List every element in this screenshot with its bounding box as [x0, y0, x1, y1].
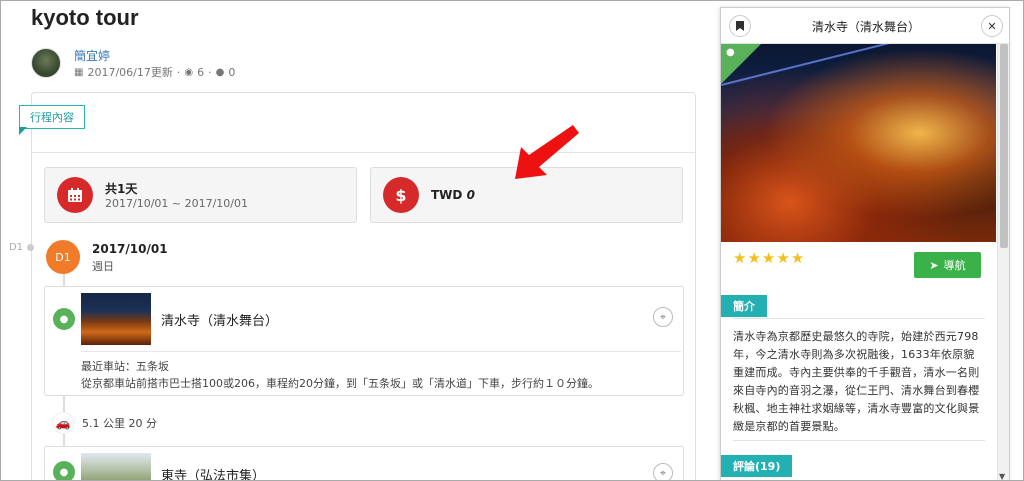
map-pin-icon: ● — [53, 308, 75, 330]
annotation-arrow — [515, 125, 579, 179]
dollar-icon: $ — [383, 177, 419, 213]
scroll-thumb[interactable] — [1000, 44, 1008, 248]
day-badge: D1 — [46, 240, 80, 274]
transit-info: 5.1 公里 20 分 — [82, 417, 157, 430]
review-tag[interactable]: 評論(19) — [721, 455, 793, 477]
star-icon: ★ — [776, 249, 790, 267]
spot-thumbnail — [81, 453, 151, 480]
bookmark-icon[interactable] — [729, 15, 751, 37]
tab-itinerary[interactable]: 行程內容 — [19, 105, 85, 129]
date-range: 2017/10/01 ~ 2017/10/01 — [105, 197, 249, 210]
navigation-arrow-icon: ➤ — [929, 258, 939, 272]
spot-card-toji[interactable]: ● 東寺（弘法市集） ⌖ — [44, 446, 684, 480]
spot-thumbnail — [81, 293, 151, 345]
day-date: 2017/10/01 — [92, 242, 168, 256]
comment-count: 0 — [228, 65, 236, 79]
navigate-button[interactable]: ➤ 導航 — [914, 252, 981, 278]
page-title: kyoto tour — [31, 5, 139, 30]
star-icon: ★ — [790, 249, 805, 267]
spot-name[interactable]: 東寺（弘法市集） — [161, 465, 265, 480]
panel-header: 清水寺（清水舞台） ✕ — [721, 8, 1011, 44]
spot-detail-panel: 清水寺（清水舞台） ✕ ● ▼ ★ ★ ★ ★ ★ ➤ 導航 簡介 清水寺為京都… — [720, 7, 1011, 480]
spot-photo — [721, 44, 996, 242]
view-count: 6 — [197, 65, 205, 79]
comment-icon: ● — [215, 66, 225, 78]
days-count: 共1天 — [105, 182, 138, 196]
scroll-down-arrow[interactable]: ▼ — [999, 472, 1005, 480]
star-rating: ★ ★ ★ ★ ★ — [733, 251, 804, 266]
eye-icon: ◉ — [184, 66, 194, 78]
panel-title: 清水寺（清水舞台） — [811, 20, 920, 34]
spot-card-kiyomizu[interactable]: ● 清水寺（清水舞台） ⌖ 最近車站：五条坂 從京都車站前搭市巴士搭100或20… — [44, 286, 684, 396]
divider — [81, 351, 681, 352]
day-nav-dot[interactable] — [27, 244, 34, 251]
map-pin-icon: ● — [726, 47, 735, 58]
close-icon[interactable]: ✕ — [981, 15, 1003, 37]
divider — [32, 152, 695, 153]
map-icon[interactable]: ⌖ — [653, 463, 673, 480]
divider — [733, 440, 985, 441]
days-summary-box: 共1天 2017/10/01 ~ 2017/10/01 — [44, 167, 357, 223]
app-frame: kyoto tour 簡宜婷 ▦ 2017/06/17更新 · ◉ 6 · ● … — [0, 0, 1024, 481]
day-weekday: 週日 — [92, 260, 114, 273]
scrollbar[interactable]: ▼ — [997, 44, 1009, 480]
day-nav-label[interactable]: D1 — [9, 242, 23, 253]
post-meta: ▦ 2017/06/17更新 · ◉ 6 · ● 0 — [74, 65, 236, 80]
calendar-icon: ▦ — [74, 66, 84, 78]
star-icon: ★ — [733, 249, 747, 267]
car-icon: 🚗 — [52, 412, 74, 434]
divider — [733, 318, 985, 319]
tab-flag — [19, 127, 27, 135]
spot-directions: 從京都車站前搭市巴士搭100或206，車程約20分鐘，到「五条坂」或「清水道」下… — [81, 377, 599, 390]
budget-amount: TWD 0 — [431, 188, 475, 202]
intro-tag: 簡介 — [721, 295, 767, 317]
spot-name[interactable]: 清水寺（清水舞台） — [161, 310, 278, 329]
map-icon[interactable]: ⌖ — [653, 307, 673, 327]
author-link[interactable]: 簡宜婷 — [74, 47, 110, 64]
star-icon: ★ — [761, 249, 776, 267]
spot-station: 最近車站：五条坂 — [81, 360, 169, 373]
star-icon: ★ — [747, 249, 761, 267]
map-pin-icon: ● — [53, 461, 75, 480]
intro-text: 清水寺為京都歷史最悠久的寺院，始建於西元798年，今之清水寺則為多次祝融後，16… — [733, 330, 980, 433]
updated-date: 2017/06/17更新 — [87, 66, 173, 79]
avatar[interactable] — [31, 48, 61, 78]
calendar-icon — [57, 177, 93, 213]
